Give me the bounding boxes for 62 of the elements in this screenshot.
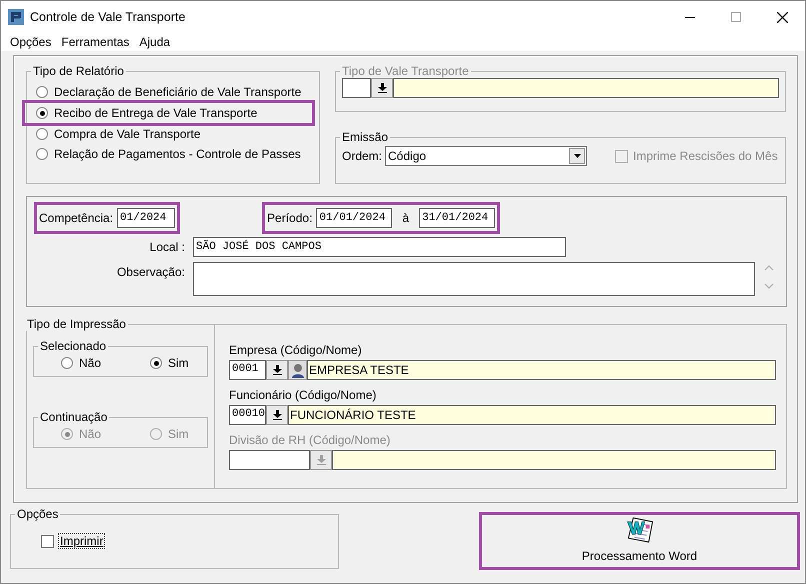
code-field[interactable] (229, 450, 310, 470)
app-icon (8, 9, 24, 25)
radio-button[interactable]: Não (58, 353, 108, 373)
word-processing-button[interactable]: Processamento Word (479, 512, 800, 570)
field-label: Período: (267, 211, 312, 225)
radio-dot[interactable] (36, 128, 48, 140)
radio-dot[interactable] (36, 86, 48, 98)
close-icon (776, 12, 788, 22)
date-field[interactable]: 01/01/2024 (316, 208, 392, 228)
code-field[interactable]: 0001 (229, 360, 266, 380)
document-icon (624, 516, 654, 543)
arrow-down-icon (316, 455, 326, 465)
radio-button[interactable]: Compra de Vale Transporte (33, 124, 207, 144)
field-label: Funcionário (Código/Nome) (229, 388, 378, 402)
group-label: Opções (16, 507, 60, 521)
radio-button[interactable]: Recibo de Entrega de Vale Transporte (24, 102, 313, 124)
location-field[interactable]: SÃO JOSÉ DOS CAMPOS (193, 237, 566, 257)
notes-field[interactable] (193, 262, 755, 296)
radio-dot[interactable] (61, 357, 73, 369)
radio-button[interactable]: Declaração de Beneficiário de Vale Transporte (33, 82, 308, 102)
code-field[interactable]: 00010 (229, 405, 266, 425)
name-field[interactable] (393, 78, 779, 98)
window-title: Controle de Vale Transporte (30, 10, 186, 24)
person-icon (290, 362, 304, 378)
lookup-button[interactable] (266, 360, 288, 380)
menu-item[interactable]: Ferramentas (56, 33, 134, 51)
order-dropdown[interactable]: Código (385, 146, 588, 166)
radio-button[interactable]: Relação de Pagamentos - Controle de Passes (33, 144, 307, 164)
name-field[interactable]: EMPRESA TESTE (307, 360, 776, 380)
radio-dot[interactable] (36, 148, 48, 160)
field-label: Divisão de RH (Código/Nome) (229, 433, 392, 447)
group-label: Tipo de Impressão (26, 317, 127, 331)
name-field[interactable]: FUNCIONÁRIO TESTE (288, 405, 776, 425)
group-label: Selecionado (39, 339, 108, 353)
group-label: Emissão (341, 130, 390, 144)
field-label: Ordem: (342, 149, 382, 163)
menu-item[interactable]: Ajuda (134, 33, 176, 51)
caret-icon (574, 154, 581, 158)
radio-dot[interactable] (36, 107, 48, 119)
arrow-down-icon (272, 410, 282, 420)
maximize-icon (731, 12, 741, 22)
field-label: Empresa (Código/Nome) (229, 343, 363, 357)
lookup-button[interactable] (266, 405, 288, 425)
radio-button[interactable]: Sim (147, 353, 195, 373)
field-label: Competência: (39, 211, 114, 225)
field-label: Local : (148, 239, 185, 254)
group-label: Continuação (39, 410, 108, 424)
date-field[interactable]: 31/01/2024 (419, 208, 496, 228)
arrow-down-icon (272, 365, 282, 375)
arrow-down-icon (378, 83, 386, 93)
range-separator: à (402, 211, 410, 225)
radio-dot[interactable] (150, 357, 162, 369)
minimize-icon (685, 16, 695, 18)
competence-field[interactable]: 01/2024 (117, 208, 176, 228)
menu-item[interactable]: Opções (5, 33, 56, 51)
code-field[interactable] (342, 78, 371, 98)
lookup-button[interactable] (371, 78, 393, 98)
group-label: Tipo de Relatório (32, 64, 125, 78)
person-button[interactable] (288, 360, 307, 380)
dropdown-button[interactable] (569, 148, 586, 164)
field-label: Observação: (116, 264, 185, 279)
group-label: Tipo de Vale Transporte (341, 64, 470, 78)
